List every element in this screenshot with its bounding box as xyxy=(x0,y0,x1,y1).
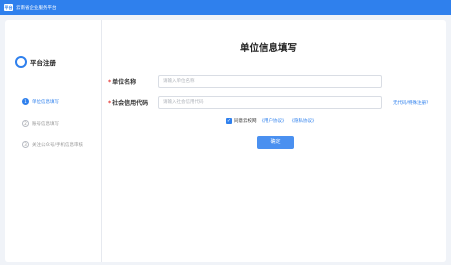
unit-name-label-text: 单位名称 xyxy=(112,79,137,86)
unit-name-label: *单位名称 xyxy=(108,77,136,86)
no-code-registration-link[interactable]: 无代码/特殊注册? xyxy=(393,100,428,106)
privacy-agreement-link[interactable]: 《隐私协议》 xyxy=(290,118,317,124)
credit-code-label: *社会信用代码 xyxy=(108,98,148,107)
step-number: 2 xyxy=(22,120,29,127)
platform-logo[interactable]: 平台 xyxy=(4,4,13,11)
credit-code-label-text: 社会信用代码 xyxy=(112,100,149,107)
top-navbar: 平台 云南省企业服务平台 xyxy=(0,0,451,15)
step-account-info: 2 账号信息填写 xyxy=(22,120,59,127)
platform-title: 云南省企业服务平台 xyxy=(16,5,57,11)
agreement-row: ✓ 同意云校网 《用户协议》 《隐私协议》 xyxy=(226,118,317,124)
agreement-text: 同意云校网 xyxy=(234,119,257,124)
unit-name-input[interactable] xyxy=(158,75,382,88)
step-label: 关注公众号/手机信息审核 xyxy=(32,142,84,148)
agree-checkbox[interactable]: ✓ xyxy=(226,118,232,124)
credit-code-input[interactable] xyxy=(158,96,382,109)
confirm-button[interactable]: 确定 xyxy=(257,136,294,149)
step-number: 3 xyxy=(22,141,29,148)
sidebar-heading: 平台注册 xyxy=(15,56,56,68)
required-mark: * xyxy=(108,79,112,86)
circle-icon xyxy=(15,56,27,68)
user-agreement-link[interactable]: 《用户协议》 xyxy=(260,118,287,124)
page-title: 单位信息填写 xyxy=(240,43,298,54)
step-label: 账号信息填写 xyxy=(32,121,59,127)
step-unit-info: 1 单位信息填写 xyxy=(22,98,59,105)
sidebar-heading-label: 平台注册 xyxy=(30,59,56,67)
step-number: 1 xyxy=(22,98,29,105)
required-mark: * xyxy=(108,100,112,107)
step-review: 3 关注公众号/手机信息审核 xyxy=(22,141,83,148)
step-label: 单位信息填写 xyxy=(32,99,59,105)
